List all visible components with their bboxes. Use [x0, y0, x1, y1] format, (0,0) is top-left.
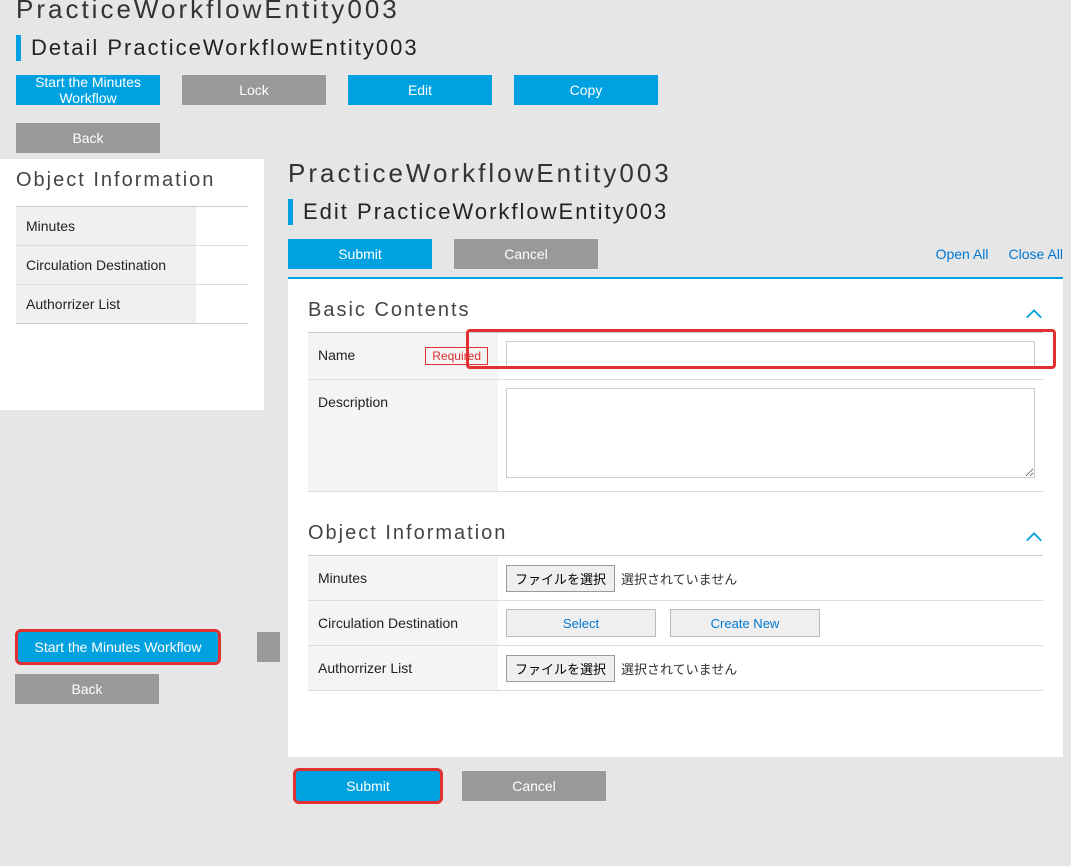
submit-button-bottom[interactable]: Submit [296, 771, 440, 801]
side-minutes-label: Minutes [16, 207, 196, 245]
circulation-label: Circulation Destination [318, 615, 458, 631]
basic-form-grid: Name Required Description [308, 332, 1043, 492]
authorizer-label: Authorrizer List [318, 660, 412, 676]
minutes-label: Minutes [318, 570, 367, 586]
edit-panel: PracticeWorkflowEntity003 Edit PracticeW… [280, 160, 1071, 866]
description-label: Description [318, 394, 388, 410]
cancel-button-bottom[interactable]: Cancel [462, 771, 606, 801]
cancel-button[interactable]: Cancel [454, 239, 598, 269]
close-all-link[interactable]: Close All [1009, 246, 1063, 262]
basic-contents-title: Basic Contents [308, 299, 471, 322]
detail-button-row: Start the Minutes Workflow Lock Edit Cop… [16, 75, 781, 105]
side-circulation-label: Circulation Destination [16, 246, 196, 284]
detail-panel: PracticeWorkflowEntity003 Detail Practic… [0, 0, 797, 159]
side-object-title: Object Information [16, 169, 248, 192]
side-authorizer-label: Authorrizer List [16, 285, 196, 323]
circulation-create-button[interactable]: Create New [670, 609, 820, 637]
start-workflow-button-highlighted[interactable]: Start the Minutes Workflow [18, 632, 218, 662]
side-back-button[interactable]: Back [15, 674, 159, 704]
bottom-actions: Submit Cancel [288, 757, 1063, 807]
authorizer-file-status: 選択されていません [621, 659, 737, 678]
edit-breadcrumb: PracticeWorkflowEntity003 [288, 158, 1063, 189]
required-badge: Required [425, 347, 488, 365]
lock-button[interactable]: Lock [182, 75, 326, 105]
back-button[interactable]: Back [16, 123, 160, 153]
breadcrumb: PracticeWorkflowEntity003 [16, 0, 781, 25]
name-label: Name [318, 347, 355, 363]
side-object-grid: Minutes Circulation Destination Authorri… [16, 206, 248, 324]
copy-button[interactable]: Copy [514, 75, 658, 105]
minutes-file-status: 選択されていません [621, 569, 737, 588]
edit-button[interactable]: Edit [348, 75, 492, 105]
collapse-icon-2[interactable] [1025, 530, 1043, 542]
submit-button[interactable]: Submit [288, 239, 432, 269]
page-title: Detail PracticeWorkflowEntity003 [16, 35, 781, 61]
minutes-file-button[interactable]: ファイルを選択 [506, 565, 615, 592]
collapse-icon[interactable] [1025, 307, 1043, 319]
edit-actions-row: Submit Cancel Open All Close All [288, 239, 1063, 269]
object-info-title: Object Information [308, 522, 507, 545]
edit-page-title: Edit PracticeWorkflowEntity003 [288, 199, 1063, 225]
form-card: Basic Contents Name Required Description [288, 277, 1063, 757]
open-all-link[interactable]: Open All [936, 246, 989, 262]
object-form-grid: Minutes ファイルを選択 選択されていません Circulation De… [308, 555, 1043, 691]
start-workflow-button[interactable]: Start the Minutes Workflow [16, 75, 160, 105]
name-input[interactable] [506, 341, 1035, 367]
name-row-label: Name Required [308, 333, 498, 379]
description-input[interactable] [506, 388, 1035, 478]
circulation-select-button[interactable]: Select [506, 609, 656, 637]
authorizer-file-button[interactable]: ファイルを選択 [506, 655, 615, 682]
